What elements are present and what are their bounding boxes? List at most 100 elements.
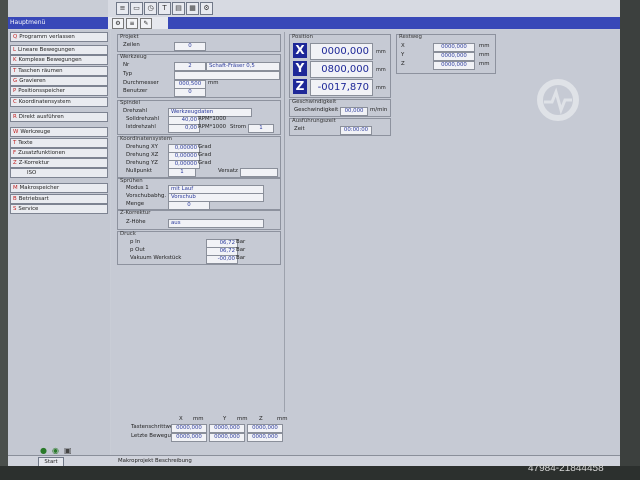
axis-y-badge: Y [293,61,307,76]
group-werkzeug: Werkzeug Nr 2 Schaft-Fräser 0,5 Typ Durc… [117,54,281,98]
window-title: Hauptmenü [10,19,46,26]
tab-list[interactable]: ≡ [126,18,138,29]
hotkey: B [13,196,17,202]
benutzer-field: 0 [174,88,206,97]
group-title: Sprühen [120,178,143,184]
sidebar-item-label: Service [18,206,39,212]
geschwindigkeit-field: 00,000 [340,107,368,116]
zeilen-field: 0 [174,42,206,51]
group-title: Ausführungszeit [292,118,336,124]
drehung-xy-label: Drehung XY [126,144,158,150]
table-cell: 0000,000 [209,424,245,433]
sidebar-item-label: Werkzeuge [20,129,51,135]
sidebar-item-makrospeicher[interactable]: M Makrospeicher [10,183,108,193]
sidebar-item-label: Komplexe Bewegungen [18,57,82,63]
istdrehzahl-label: Istdrehzahl [126,124,156,130]
hotkey: C [13,99,17,105]
sidebar-item-label: Lineare Bewegungen [18,47,75,53]
sidebar-item-label: Gravieren [19,78,46,84]
sidebar-item-lineare-bewegungen[interactable]: L Lineare Bewegungen [10,45,108,55]
col-header-z: Z [259,416,263,422]
sidebar-item-zusatzfunktionen[interactable]: F Zusatzfunktionen [10,148,108,158]
sidebar-item-label: Texte [18,140,33,146]
group-restweg: Restweg X 0000,000 mm Y 0000,000 mm Z 00… [396,34,496,74]
sidebar-item-texte[interactable]: T Texte [10,138,108,148]
sidebar-item-iso[interactable]: ISO [10,168,108,178]
tab-tools[interactable]: ✎ [140,18,152,29]
list-icon[interactable]: ≡ [116,2,129,15]
axis-x-badge: X [293,43,307,58]
zeit-field: 00:00:00 [340,126,372,135]
versatz-label: Versatz [218,168,238,174]
hotkey: T [13,68,17,74]
p-out-label: p Out [130,247,145,253]
settings-icon[interactable]: ⚙ [200,2,213,15]
group-spindel: Spindel Drehzahl Werkzeugdaten Solldrehz… [117,100,281,135]
sidebar: Q Programm verlassen L Lineare Bewegungen … [8,30,110,466]
unit-label: mm [208,80,219,86]
screen: ≡ ▭ ◷ T ▤ ▦ ⚙ Hauptmenü ⚙ ≡ ✎ Q Programm … [8,0,620,466]
text-tool-icon[interactable]: T [158,2,171,15]
position-z-value: -0017,870 [310,79,373,96]
restweg-z-field: 0000,000 [433,61,475,70]
window-icon[interactable]: ▤ [172,2,185,15]
folder-icon[interactable]: ▭ [130,2,143,15]
unit-label: mm [376,85,386,91]
sidebar-item-label: Zusatzfunktionen [18,150,66,156]
group-title: Z-Korrektur [120,210,151,216]
drehung-yz-label: Drehung YZ [126,160,158,166]
menge-label: Menge [126,201,145,207]
monitor-bezel-left [0,0,8,480]
istdrehzahl-field: 0,00 [168,124,200,133]
table-cell: 0000,000 [171,433,207,442]
unit-label: Bar [236,255,246,261]
sidebar-item-programm-verlassen[interactable]: Q Programm verlassen [10,32,108,42]
zeit-label: Zeit [294,126,305,132]
group-title: Projekt [120,34,139,40]
sidebar-item-positionsspeicher[interactable]: P Positionsspeicher [10,86,108,96]
sidebar-item-z-korrektur[interactable]: Z Z-Korrektur [10,158,108,168]
nullpunkt-label: Nullpunkt [126,168,152,174]
watermark-gear-icon [537,79,579,121]
monitor-bezel-right [620,0,640,480]
nr-field: 2 [174,62,206,71]
sidebar-item-koordinatensystem[interactable]: C Koordinatensystem [10,97,108,107]
sidebar-item-label: ISO [27,170,37,176]
sidebar-item-gravieren[interactable]: G Gravieren [10,76,108,86]
sidebar-item-label: Taschen räumen [18,68,63,74]
sidebar-item-direkt-ausfuehren[interactable]: R Direkt ausführen [10,112,108,122]
toolbar: ≡ ▭ ◷ T ▤ ▦ ⚙ [108,0,620,18]
list-icon: ≡ [129,20,135,27]
z-hoehe-label: Z-Höhe [126,219,146,225]
ok-icon: ● [40,446,47,455]
grid-icon[interactable]: ▦ [186,2,199,15]
sidebar-item-service[interactable]: S Service [10,204,108,214]
sidebar-item-komplexe-bewegungen[interactable]: K Komplexe Bewegungen [10,55,108,65]
hotkey: T [13,140,17,146]
table-cell: 0000,000 [209,433,245,442]
info-icon: ◉ [52,446,59,455]
sidebar-item-betriebsart[interactable]: B Betriebsart [10,194,108,204]
hotkey: Q [13,34,18,40]
solldrehzahl-label: Solldrehzahl [126,116,160,122]
tab-gear[interactable]: ⚙ [112,18,124,29]
col-header-unit: mm [277,416,288,422]
sidebar-item-taschen-raeumen[interactable]: T Taschen räumen [10,66,108,76]
axis-label: Y [401,52,405,58]
sidebar-item-label: Positionsspeicher [18,88,66,94]
clock-icon[interactable]: ◷ [144,2,157,15]
axis-label: X [401,43,405,49]
unit-label: Grad [198,144,212,150]
zeilen-label: Zeilen [123,42,140,48]
geschwindigkeit-label: Geschwindigkeit [294,107,339,113]
col-header-x: X [179,416,183,422]
restweg-y-field: 0000,000 [433,52,475,61]
sidebar-item-werkzeuge[interactable]: W Werkzeuge [10,127,108,137]
nullpunkt-field: 1 [168,168,196,177]
group-druck: Druck p In 06,72 Bar p Out 06,72 Bar Vak… [117,231,281,265]
unit-label: Bar [236,239,246,245]
group-position: Position X 0000,000 mm Y 0800,000 mm Z -… [289,34,391,98]
p-in-label: p In [130,239,141,245]
start-button[interactable]: Start [38,457,64,466]
task-label[interactable]: Makroprojekt Beschreibung [118,457,418,465]
